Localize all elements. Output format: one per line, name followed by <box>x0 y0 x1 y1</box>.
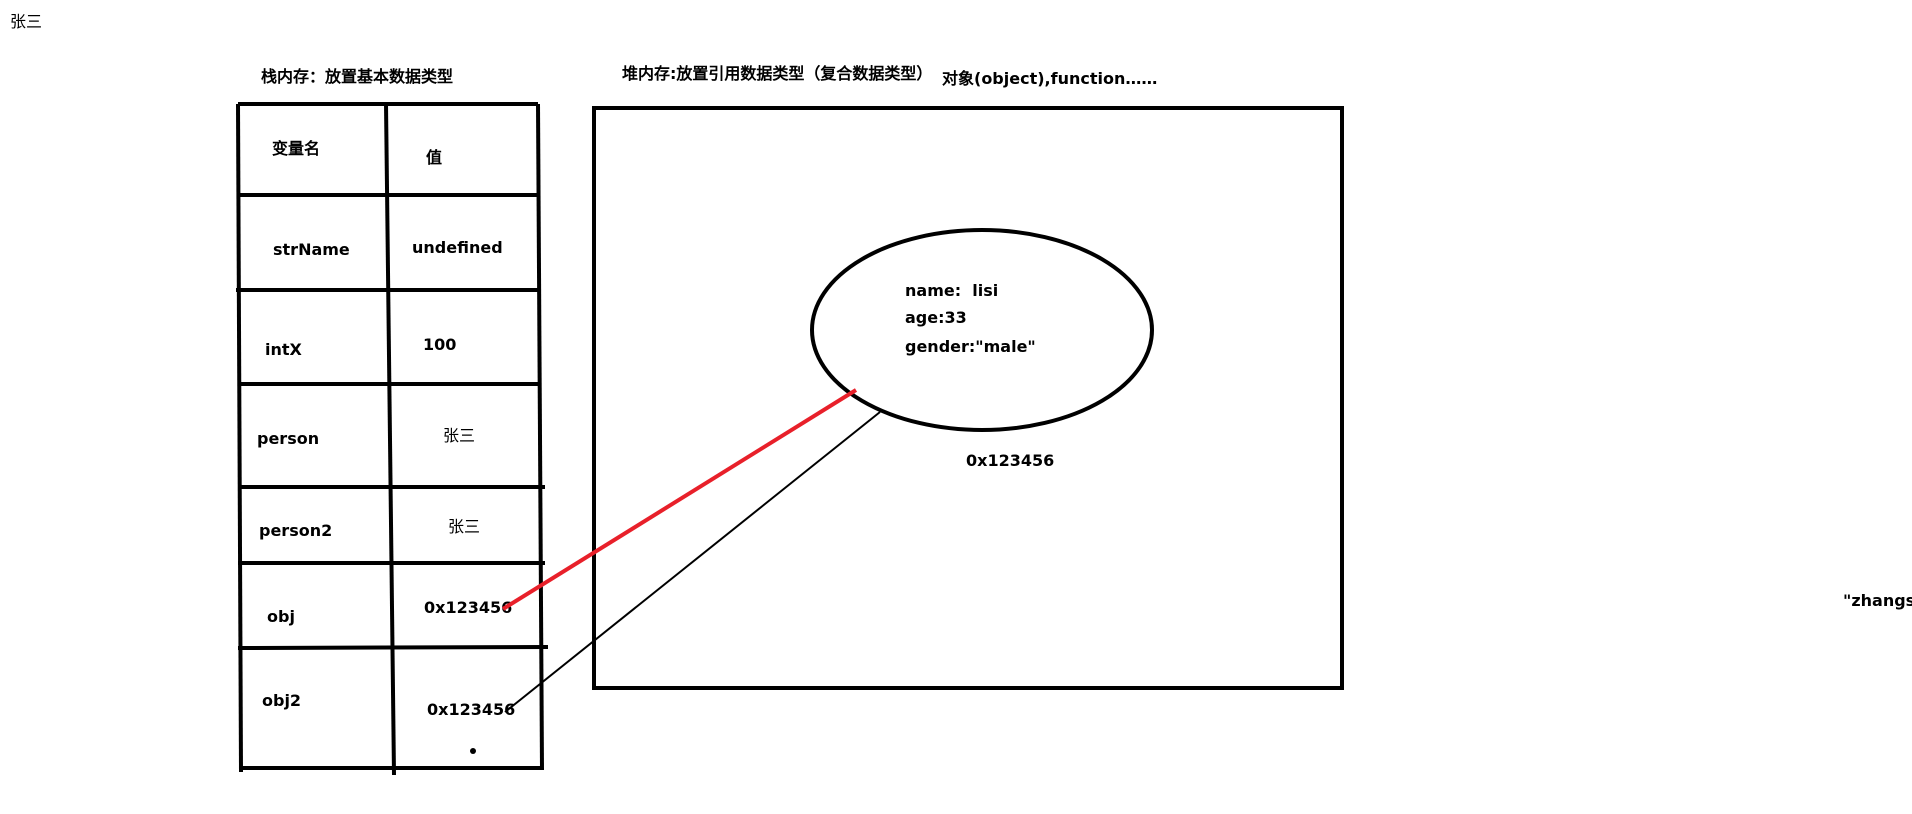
stack-row-value-obj2: 0x123456 <box>427 700 515 719</box>
stack-row-name-intX: intX <box>265 340 303 359</box>
stack-row-name-strName: strName <box>273 240 350 259</box>
heap-title-extra: 对象(object),function…… <box>942 69 1157 88</box>
stack-row-name-person2: person2 <box>259 521 332 540</box>
heap-object-line-3: gender:"male" <box>905 337 1036 356</box>
stack-row-value-obj: 0x123456 <box>424 598 512 617</box>
stray-dot <box>470 748 476 754</box>
pointer-obj <box>501 388 858 611</box>
stack-row-value-strName: undefined <box>412 238 503 257</box>
heap-title: 堆内存:放置引用数据类型（复合数据类型） <box>622 64 932 83</box>
stack-row-value-person: 张三 <box>443 426 475 445</box>
stack-row-name-obj: obj <box>267 607 295 626</box>
stack-row-name-person: person <box>257 429 319 448</box>
heap-object-line-2: age:33 <box>905 308 967 327</box>
diagram-canvas: 张三 栈内存：放置基本数据类型 堆内存:放置引用数据类型（复合数据类型） 对象(… <box>10 12 1912 776</box>
stack-row-value-intX: 100 <box>423 335 456 354</box>
corner-note: 张三 <box>10 12 42 31</box>
stack-title: 栈内存：放置基本数据类型 <box>261 67 453 86</box>
heap-object-address: 0x123456 <box>966 451 1054 470</box>
stack-header-value: 值 <box>426 148 442 167</box>
heap-object <box>810 228 1154 432</box>
heap-box <box>592 106 1344 690</box>
edge-text: "zhangsan <box>1843 591 1912 610</box>
stack-row-name-obj2: obj2 <box>262 691 301 710</box>
stack-header-name: 变量名 <box>272 139 320 158</box>
heap-object-line-1: name: lisi <box>905 281 998 300</box>
pointer-obj2 <box>504 411 881 713</box>
stack-row-value-person2: 张三 <box>448 517 480 536</box>
